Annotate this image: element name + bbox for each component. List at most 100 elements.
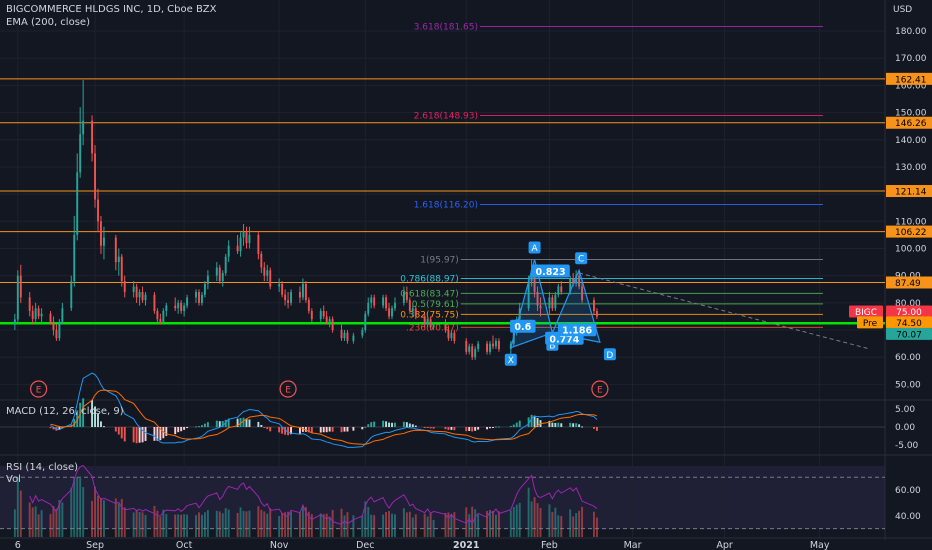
candle-body <box>245 232 248 244</box>
candle-body <box>260 253 263 268</box>
pre-market-tag: Pre <box>863 319 878 329</box>
volume-bar <box>141 512 144 537</box>
volume-bar <box>477 514 480 537</box>
level-price-tag-label: 106.22 <box>895 228 927 238</box>
candle-body <box>382 297 385 306</box>
volume-bar <box>352 515 355 537</box>
price-tick-label: 170.00 <box>895 54 927 64</box>
level-price-tag-label: 146.26 <box>895 119 927 129</box>
macd-histogram-bar <box>325 427 328 433</box>
macd-histogram-bar <box>408 423 411 427</box>
volume-bar <box>120 498 123 537</box>
candle-body <box>447 330 450 339</box>
macd-histogram-bar <box>200 425 203 427</box>
price-chart[interactable]: 3.618(181.65) 2.618(148.93) 1.618(116.20) 1… <box>0 0 932 550</box>
price-tick-label: 180.00 <box>895 27 927 37</box>
macd-tick-label: -5.00 <box>895 441 919 451</box>
macd-histogram-bar <box>266 427 269 430</box>
candle-body <box>94 153 96 200</box>
macd-histogram-bar <box>497 426 500 428</box>
volume-bar <box>123 507 126 537</box>
volume-bar <box>408 511 411 537</box>
volume-bar <box>61 502 64 537</box>
volume-bar <box>269 508 272 537</box>
candle-body <box>474 349 477 358</box>
volume-bar <box>569 509 572 537</box>
volume-bar <box>301 505 304 537</box>
volume-bar <box>310 514 313 537</box>
fib-level-label: .236(70.97) <box>406 323 459 333</box>
candle-body <box>494 340 497 347</box>
candle-body <box>114 237 117 263</box>
macd-histogram-bar <box>206 422 209 427</box>
macd-histogram-bar <box>426 427 429 428</box>
candle-body <box>102 237 105 246</box>
volume-bar <box>423 513 426 537</box>
volume-bar <box>391 513 393 537</box>
macd-histogram-bar <box>319 427 322 433</box>
volume-bar <box>411 517 414 537</box>
volume-bar <box>394 514 396 537</box>
candle-body <box>153 294 156 312</box>
volume-bar <box>578 510 581 537</box>
price-tick-label: 130.00 <box>895 163 927 173</box>
level-price-tag-label: 87.49 <box>895 279 921 289</box>
macd-histogram-bar <box>198 426 200 428</box>
candle-body <box>263 267 266 276</box>
volume-bar <box>177 514 180 537</box>
candle-body <box>343 332 346 339</box>
volume-bar <box>530 501 533 537</box>
volume-bar <box>281 513 284 537</box>
macd-histogram-bar <box>203 423 206 427</box>
macd-histogram-bar <box>370 422 373 427</box>
macd-histogram-bar <box>509 425 512 427</box>
volume-bar <box>298 512 301 537</box>
volume-legend: Vol <box>6 474 21 485</box>
macd-histogram-bar <box>394 422 396 427</box>
volume-bar <box>186 514 189 537</box>
earnings-marker-label: E <box>36 386 42 396</box>
volume-bar <box>592 511 595 537</box>
candle-body <box>73 234 76 282</box>
candle-body <box>405 291 408 301</box>
macd-histogram-bar <box>592 427 595 429</box>
candle-body <box>287 300 290 303</box>
candle-body <box>97 199 99 222</box>
candle-body <box>236 245 239 252</box>
macd-histogram-bar <box>450 427 453 430</box>
volume-bar <box>278 515 281 537</box>
candle-body <box>257 234 260 254</box>
macd-histogram-bar <box>144 427 147 441</box>
volume-bar <box>248 510 251 537</box>
price-tick-label: 50.00 <box>895 380 921 390</box>
candle-body <box>468 346 471 352</box>
candle-body <box>373 297 376 306</box>
candle-body <box>52 321 55 331</box>
candle-body <box>319 311 322 320</box>
ema-price-tag: 70.07 <box>896 330 922 340</box>
candle-body <box>370 297 373 303</box>
candle-body <box>239 237 242 252</box>
harmonic-point-label: A <box>531 244 538 254</box>
macd-histogram-bar <box>560 423 563 427</box>
candle-body <box>391 308 393 317</box>
harmonic-point-label: X <box>508 356 514 366</box>
candle-body <box>13 319 16 325</box>
volume-bar <box>55 508 58 537</box>
volume-bar <box>527 487 530 537</box>
macd-histogram-bar <box>242 417 245 427</box>
volume-bar <box>260 509 263 537</box>
macd-histogram-bar <box>245 418 248 427</box>
candle-body <box>361 330 364 336</box>
time-tick-label: Mar <box>624 540 642 550</box>
macd-histogram-bar <box>322 427 325 433</box>
candle-body <box>325 316 328 322</box>
candle-body <box>82 120 85 135</box>
candle-body <box>284 294 287 301</box>
rsi-tick-label: 40.00 <box>895 512 921 522</box>
macd-histogram-bar <box>402 421 405 427</box>
fib-level-label: 2.618(148.93) <box>414 111 478 121</box>
candle-body <box>497 340 500 350</box>
macd-histogram-bar <box>572 423 575 427</box>
harmonic-ratio-label: 0.823 <box>536 267 566 278</box>
